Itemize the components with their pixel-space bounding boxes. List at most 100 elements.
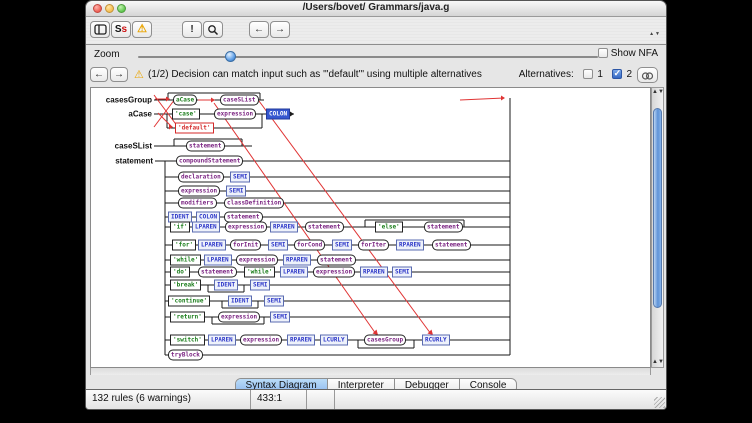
diagram-node[interactable]: 'continue': [168, 296, 210, 307]
diagram-node[interactable]: SEMI: [332, 240, 352, 251]
status-cell-message: [335, 390, 666, 409]
diagram-node[interactable]: tryBlock: [168, 350, 203, 361]
resize-grip[interactable]: [654, 397, 665, 408]
diagram-node[interactable]: SEMI: [268, 240, 288, 251]
diagram-node[interactable]: classDefinition: [224, 198, 284, 209]
diagram-node[interactable]: LPAREN: [204, 255, 232, 266]
diagram-node[interactable]: compoundStatement: [176, 156, 243, 167]
alternatives-label: Alternatives:: [519, 69, 574, 80]
diagram-node[interactable]: SEMI: [270, 312, 290, 323]
diagram-node[interactable]: 'return': [170, 312, 205, 323]
diagram-node[interactable]: 'while': [244, 267, 275, 278]
diagram-node[interactable]: expression: [214, 109, 256, 120]
forward-button[interactable]: →: [270, 21, 290, 38]
diagram-node[interactable]: RPAREN: [287, 335, 315, 346]
diagram-node[interactable]: RCURLY: [422, 335, 450, 346]
diagram-node[interactable]: RPAREN: [396, 240, 424, 251]
splitter-collapse-control[interactable]: ▲▼: [649, 31, 661, 37]
diagram-node[interactable]: RPAREN: [283, 255, 311, 266]
diagram-node[interactable]: LCURLY: [320, 335, 348, 346]
diagram-node[interactable]: LPAREN: [198, 240, 226, 251]
diagram-node[interactable]: 'switch': [170, 335, 205, 346]
app-window: /Users/bovet/ Grammars/java.g Ss ⚠ ! ← →…: [85, 0, 667, 410]
back-arrow-icon: ←: [254, 24, 264, 35]
diagram-node[interactable]: SEMI: [230, 172, 250, 183]
diagram-node[interactable]: statement: [317, 255, 356, 266]
diagram-node[interactable]: COLON: [266, 109, 290, 120]
vertical-scrollbar[interactable]: ▲▼ ▲▼: [651, 87, 664, 368]
diagram-node[interactable]: aCase: [173, 95, 197, 106]
diagram-node[interactable]: IDENT: [228, 296, 252, 307]
diagram-node[interactable]: 'for': [172, 240, 196, 251]
diagram-node[interactable]: statement: [305, 222, 344, 233]
diagram-node[interactable]: 'case': [172, 109, 200, 120]
alternatives-group: Alternatives: 1 2: [519, 69, 632, 80]
previous-warning-button[interactable]: ←: [90, 67, 108, 82]
diagram-node[interactable]: SEMI: [250, 280, 270, 291]
diagram-node[interactable]: 'break': [170, 280, 201, 291]
scroll-up-down-icons[interactable]: ▲▼: [652, 359, 663, 366]
diagram-node[interactable]: SEMI: [226, 186, 246, 197]
diagram-node[interactable]: expression: [178, 186, 220, 197]
diagram-node[interactable]: statement: [198, 267, 237, 278]
ss-icon: S: [115, 24, 122, 35]
diagram-node[interactable]: 'default': [175, 123, 214, 134]
diagram-node[interactable]: expression: [218, 312, 260, 323]
title-bar[interactable]: /Users/bovet/ Grammars/java.g: [86, 1, 666, 17]
next-warning-button[interactable]: →: [110, 67, 128, 82]
exclamation-icon: !: [190, 24, 193, 35]
show-nfa-option: Show NFA: [598, 48, 658, 59]
zoom-bar: Zoom Show NFA: [86, 45, 666, 65]
status-bar: 132 rules (6 warnings) 433:1: [86, 389, 666, 409]
diagram-node[interactable]: LPAREN: [208, 335, 236, 346]
diagram-node[interactable]: expression: [236, 255, 278, 266]
sort-rules-button[interactable]: Ss: [111, 21, 131, 38]
debug-button[interactable]: !: [182, 21, 202, 38]
cursor-position-status: 433:1: [251, 390, 307, 409]
warning-message: (1/2) Decision can match input such as "…: [148, 69, 482, 80]
diagram-node[interactable]: 'if': [170, 222, 190, 233]
toggle-rules-list-button[interactable]: [90, 21, 110, 38]
diagram-node[interactable]: LPAREN: [192, 222, 220, 233]
zoom-slider-knob[interactable]: [225, 51, 236, 62]
diagram-node[interactable]: SEMI: [264, 296, 284, 307]
syntax-diagram-canvas[interactable]: casesGroupaCasecaseSListstatementaCaseca…: [90, 87, 651, 368]
diagram-node[interactable]: forCond: [294, 240, 325, 251]
diagram-node[interactable]: expression: [313, 267, 355, 278]
diagram-node[interactable]: RPAREN: [360, 267, 388, 278]
diagram-node[interactable]: expression: [240, 335, 282, 346]
diagram-node[interactable]: LPAREN: [280, 267, 308, 278]
show-nfa-checkbox[interactable]: [598, 48, 608, 58]
diagram-node[interactable]: 'do': [170, 267, 190, 278]
diagram-node[interactable]: SEMI: [392, 267, 412, 278]
diagram-node[interactable]: statement: [432, 240, 471, 251]
diagram-node[interactable]: statement: [186, 141, 225, 152]
vertical-scrollbar-thumb[interactable]: [653, 108, 662, 308]
diagram-node[interactable]: IDENT: [214, 280, 238, 291]
warning-bar: ← → ⚠ (1/2) Decision can match input suc…: [86, 65, 666, 86]
diagram-node[interactable]: modifiers: [178, 198, 217, 209]
diagram-node[interactable]: 'else': [375, 222, 403, 233]
window-title: /Users/bovet/ Grammars/java.g: [86, 2, 666, 13]
diagram-node[interactable]: 'while': [170, 255, 201, 266]
rules-count-status: 132 rules (6 warnings): [86, 390, 251, 409]
alternative-2-checkbox[interactable]: [612, 69, 622, 79]
diagram-node[interactable]: forInit: [230, 240, 261, 251]
diagram-node[interactable]: casesGroup: [364, 335, 406, 346]
scroll-up-down-icons[interactable]: ▲▼: [652, 89, 663, 96]
diagram-node[interactable]: statement: [424, 222, 463, 233]
status-cell-empty: [307, 390, 335, 409]
diagram-node[interactable]: forIter: [358, 240, 389, 251]
zoom-slider[interactable]: [138, 56, 598, 58]
link-warning-button[interactable]: [637, 67, 658, 83]
diagram-node[interactable]: RPAREN: [270, 222, 298, 233]
back-button[interactable]: ←: [249, 21, 269, 38]
diagram-node[interactable]: expression: [225, 222, 267, 233]
diagram-rule-label: casesGroup: [106, 97, 154, 104]
find-button[interactable]: [203, 21, 223, 38]
warnings-button[interactable]: ⚠: [132, 21, 152, 38]
diagram-node[interactable]: declaration: [178, 172, 224, 183]
diagram-node[interactable]: caseSList: [220, 95, 259, 106]
diagram-rule-label: statement: [115, 158, 155, 165]
alternative-1-checkbox[interactable]: [583, 69, 593, 79]
